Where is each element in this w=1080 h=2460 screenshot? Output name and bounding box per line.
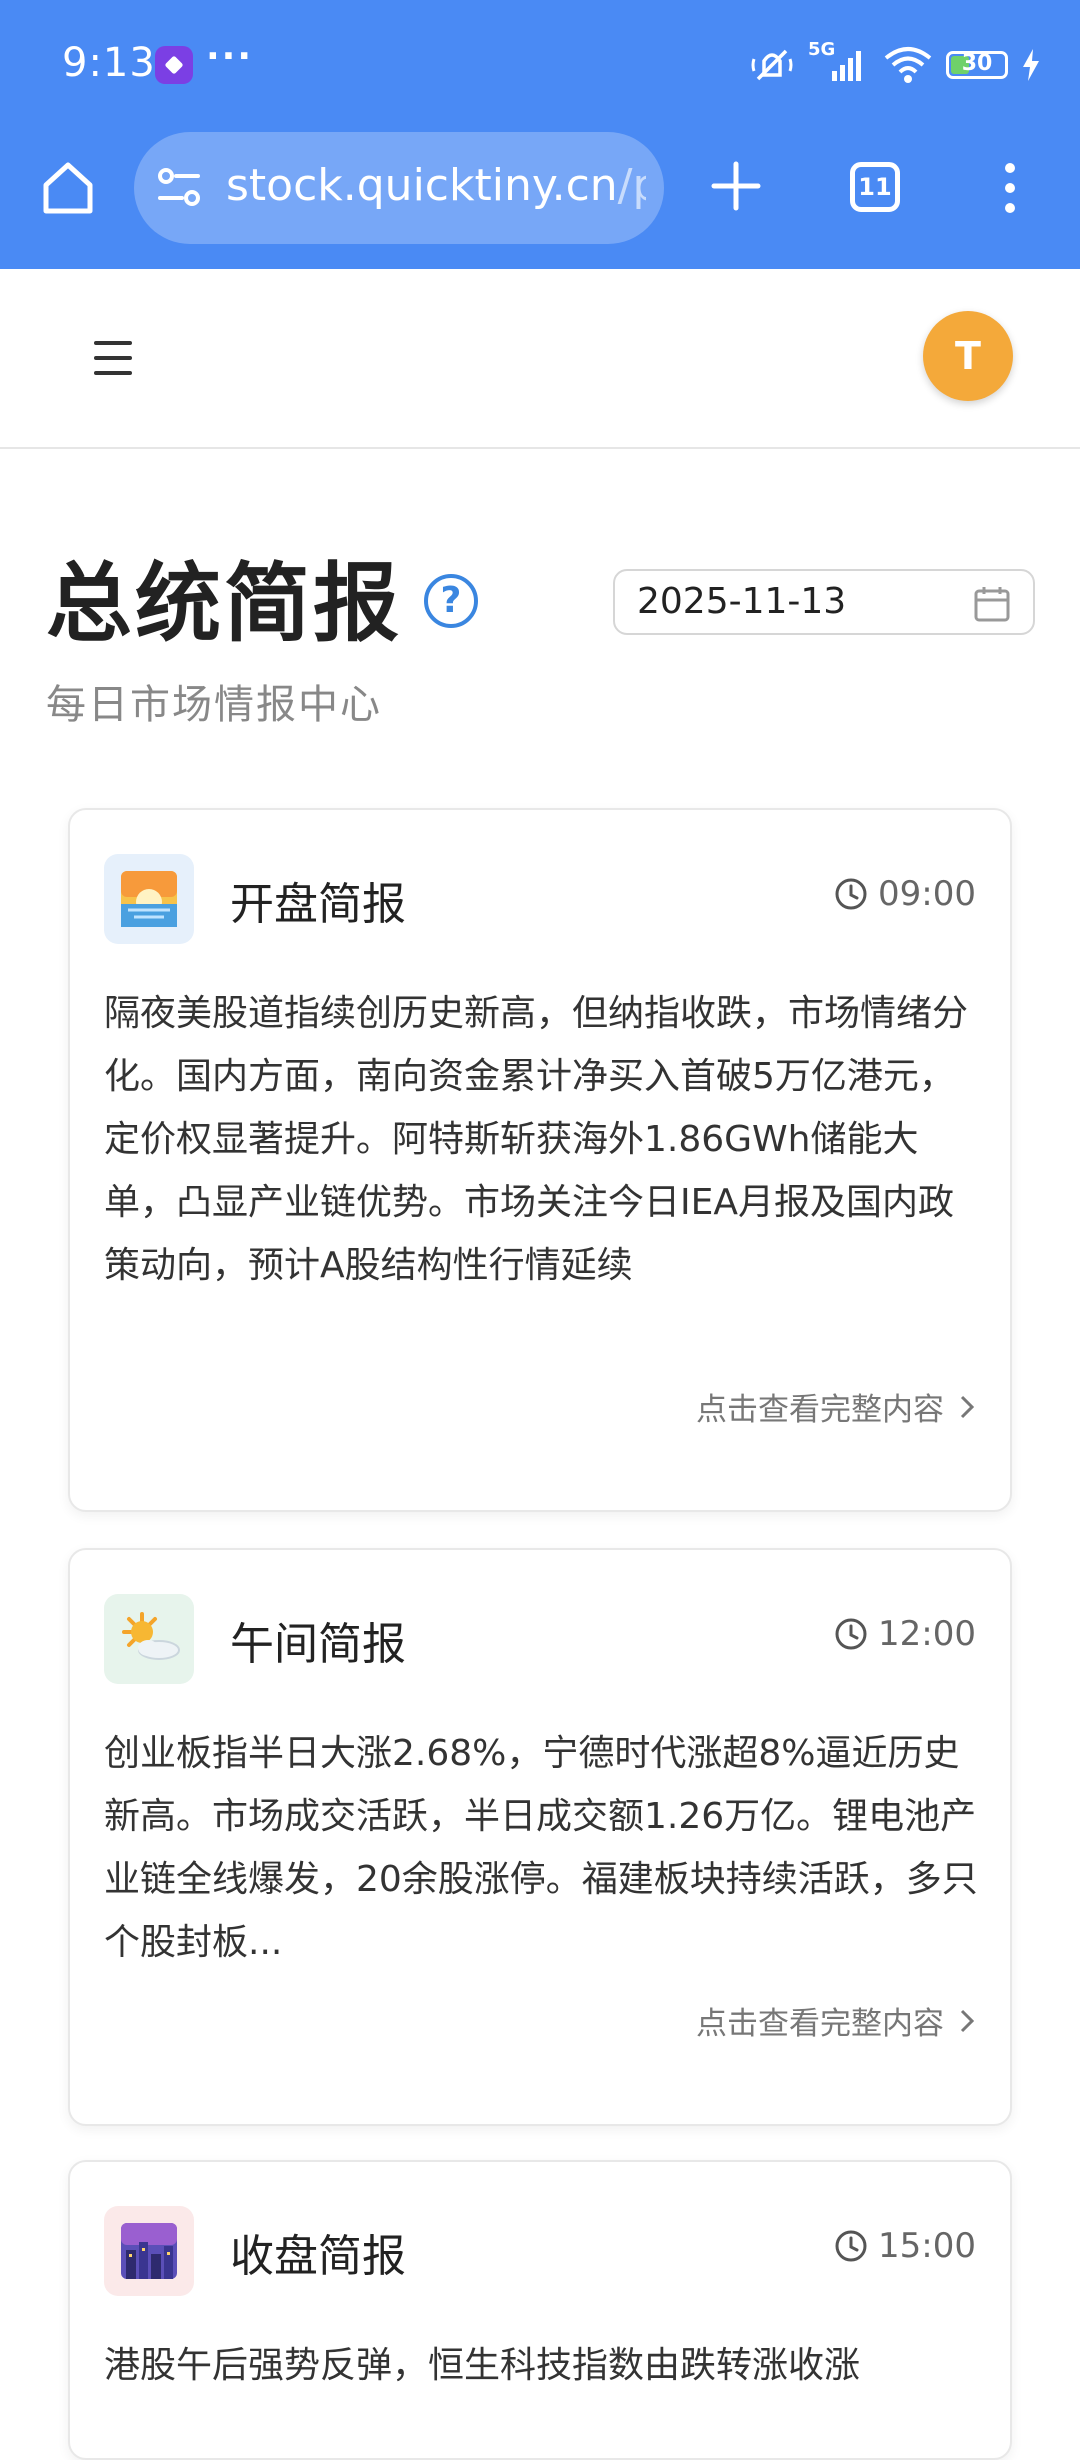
read-more-label: 点击查看完整内容 bbox=[696, 1392, 944, 1428]
clock-icon bbox=[835, 2230, 867, 2262]
battery-icon: 30 bbox=[946, 51, 1008, 79]
chevron-right-icon bbox=[960, 2009, 975, 2032]
menu-icon[interactable] bbox=[94, 341, 132, 375]
tab-switcher-button[interactable]: 11 bbox=[850, 162, 900, 212]
home-icon[interactable] bbox=[38, 157, 98, 217]
card-summary: 隔夜美股道指续创历史新高，但纳指收跌，市场情绪分化。国内方面，南向资金累计净买入… bbox=[104, 993, 969, 1286]
browser-toolbar: stock.quicktiny.cn/pr 11 bbox=[0, 132, 1080, 269]
date-picker[interactable]: 2025-11-13 bbox=[613, 569, 1035, 635]
avatar[interactable]: T bbox=[923, 311, 1013, 401]
card-title: 开盘简报 bbox=[230, 879, 406, 930]
url-text[interactable]: stock.quicktiny.cn/pr bbox=[226, 160, 646, 211]
card-summary: 港股午后强势反弹，恒生科技指数由跌转涨收涨 bbox=[104, 2345, 861, 2386]
app-notification-icon bbox=[155, 46, 193, 84]
status-time: 9:13 bbox=[62, 40, 156, 86]
page-title: 总统简报 bbox=[46, 554, 402, 654]
new-tab-icon[interactable] bbox=[706, 156, 766, 216]
sun-cloud-icon bbox=[104, 1594, 194, 1684]
city-night-icon bbox=[104, 2206, 194, 2296]
more-notifications-icon: ··· bbox=[206, 36, 254, 77]
mute-vibrate-icon bbox=[751, 49, 793, 81]
card-time: 15:00 bbox=[834, 2226, 976, 2266]
address-bar[interactable]: stock.quicktiny.cn/pr bbox=[134, 132, 664, 244]
read-more-link[interactable]: 点击查看完整内容 bbox=[696, 1384, 976, 1429]
briefing-card-closing[interactable]: 收盘简报 15:00 港股午后强势反弹，恒生科技指数由跌转涨收涨 bbox=[68, 2160, 1012, 2460]
card-summary: 创业板指半日大涨2.68%，宁德时代涨超8%逼近历史新高。市场成交活跃，半日成交… bbox=[104, 1733, 978, 1963]
overflow-menu-icon[interactable] bbox=[995, 158, 1025, 218]
site-header: T bbox=[0, 269, 1080, 449]
sunrise-icon bbox=[104, 854, 194, 944]
read-more-link[interactable]: 点击查看完整内容 bbox=[696, 1998, 976, 2043]
charging-icon bbox=[1023, 49, 1039, 81]
status-bar: 9:13 ··· 5G 30 bbox=[0, 0, 1080, 130]
page-subtitle: 每日市场情报中心 bbox=[46, 682, 382, 728]
clock-icon bbox=[835, 878, 867, 910]
card-title: 收盘简报 bbox=[230, 2231, 406, 2282]
briefing-card-midday[interactable]: 午间简报 12:00 创业板指半日大涨2.68%，宁德时代涨超8%逼近历史新高。… bbox=[68, 1548, 1012, 2126]
browser-chrome: 9:13 ··· 5G 30 stock.quicktiny.cn/ 11 bbox=[0, 0, 1080, 269]
read-more-label: 点击查看完整内容 bbox=[696, 2006, 944, 2042]
wifi-icon bbox=[884, 47, 932, 83]
briefing-card-morning[interactable]: 开盘简报 09:00 隔夜美股道指续创历史新高，但纳指收跌，市场情绪分化。国内方… bbox=[68, 808, 1012, 1512]
url-domain: stock.quicktiny.cn bbox=[226, 160, 618, 211]
card-time-value: 15:00 bbox=[878, 2226, 976, 2266]
card-title: 午间简报 bbox=[230, 1619, 406, 1670]
url-path: /pr bbox=[617, 160, 646, 211]
status-icons: 5G 30 bbox=[750, 39, 1040, 90]
site-settings-icon[interactable] bbox=[156, 166, 202, 210]
help-icon[interactable]: ? bbox=[424, 574, 478, 628]
card-time-value: 09:00 bbox=[878, 874, 976, 914]
calendar-icon[interactable] bbox=[973, 585, 1011, 623]
battery-level: 30 bbox=[961, 51, 993, 76]
card-time-value: 12:00 bbox=[878, 1614, 976, 1654]
chevron-right-icon bbox=[960, 1395, 975, 1418]
date-value: 2025-11-13 bbox=[637, 581, 847, 622]
card-time: 09:00 bbox=[834, 874, 976, 914]
cellular-signal-icon: 5G bbox=[808, 39, 870, 85]
clock-icon bbox=[835, 1618, 867, 1650]
card-time: 12:00 bbox=[834, 1614, 976, 1654]
